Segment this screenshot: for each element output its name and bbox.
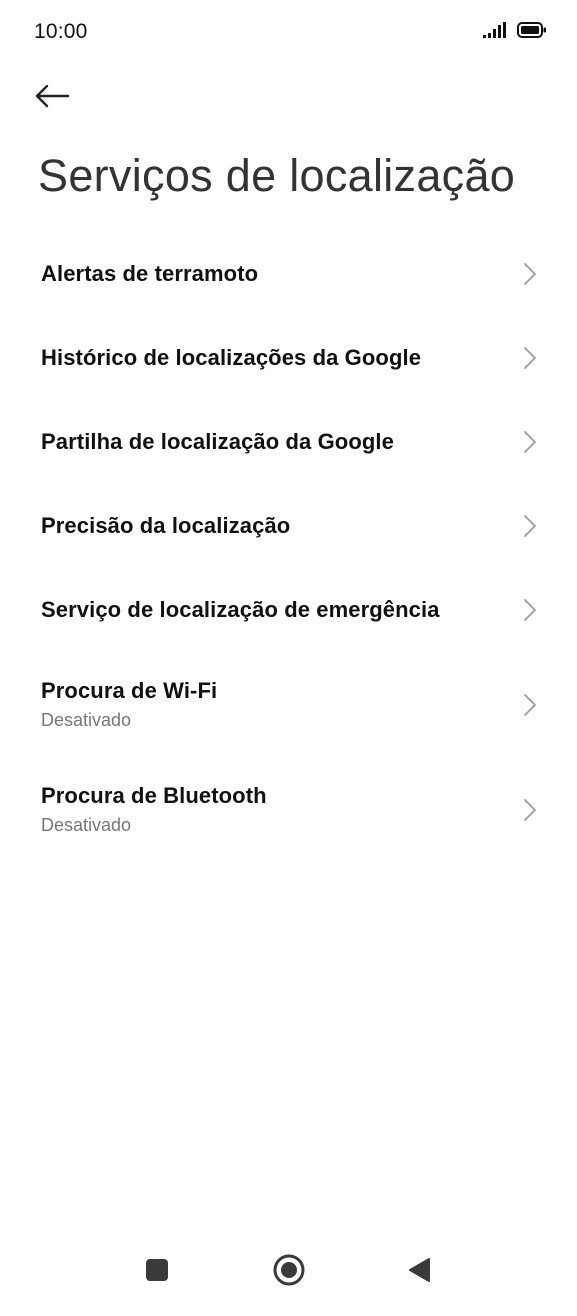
chevron-right-icon (524, 347, 536, 369)
status-time: 10:00 (34, 20, 88, 43)
list-item-title: Procura de Wi-Fi (41, 678, 218, 703)
list-item-location-sharing[interactable]: Partilha de localização da Google (0, 400, 577, 484)
list-item-title: Procura de Bluetooth (41, 783, 267, 808)
list-item-emergency-location[interactable]: Serviço de localização de emergência (0, 568, 577, 652)
page-title: Serviços de localização (38, 150, 516, 201)
signal-bars-icon (483, 21, 509, 43)
battery-icon (517, 21, 547, 43)
chevron-right-icon (524, 263, 536, 285)
list-item-status: Desativado (41, 815, 132, 835)
settings-screen: 10:00 Serviços de localização Alertas de… (0, 0, 577, 1316)
list-item-title: Histórico de localizações da Google (41, 345, 422, 370)
list-item-title: Precisão da localização (41, 513, 291, 538)
chevron-right-icon (524, 431, 536, 453)
settings-list: Alertas de terramoto Histórico de locali… (0, 232, 577, 862)
circle-home-icon (273, 1254, 305, 1286)
triangle-back-icon (409, 1258, 430, 1282)
back-arrow-icon (34, 84, 70, 113)
status-icons (483, 21, 547, 43)
recents-button[interactable] (139, 1252, 175, 1288)
list-item-location-history[interactable]: Histórico de localizações da Google (0, 316, 577, 400)
chevron-right-icon (524, 798, 536, 821)
navigation-bar (0, 1240, 577, 1300)
chevron-right-icon (524, 693, 536, 716)
back-button[interactable] (34, 78, 82, 118)
list-item-bluetooth-scanning[interactable]: Procura de Bluetooth Desativado (0, 757, 577, 862)
list-item-location-accuracy[interactable]: Precisão da localização (0, 484, 577, 568)
home-button[interactable] (271, 1252, 307, 1288)
square-recents-icon (146, 1259, 168, 1281)
list-item-title: Alertas de terramoto (41, 261, 259, 286)
list-item-status: Desativado (41, 710, 132, 730)
nav-back-button[interactable] (401, 1252, 437, 1288)
chevron-right-icon (524, 515, 536, 537)
chevron-right-icon (524, 599, 536, 621)
status-bar: 10:00 (0, 0, 577, 64)
list-item-wifi-scanning[interactable]: Procura de Wi-Fi Desativado (0, 652, 577, 757)
list-item-earthquake-alerts[interactable]: Alertas de terramoto (0, 232, 577, 316)
list-item-title: Serviço de localização de emergência (41, 597, 440, 622)
list-item-title: Partilha de localização da Google (41, 429, 394, 454)
